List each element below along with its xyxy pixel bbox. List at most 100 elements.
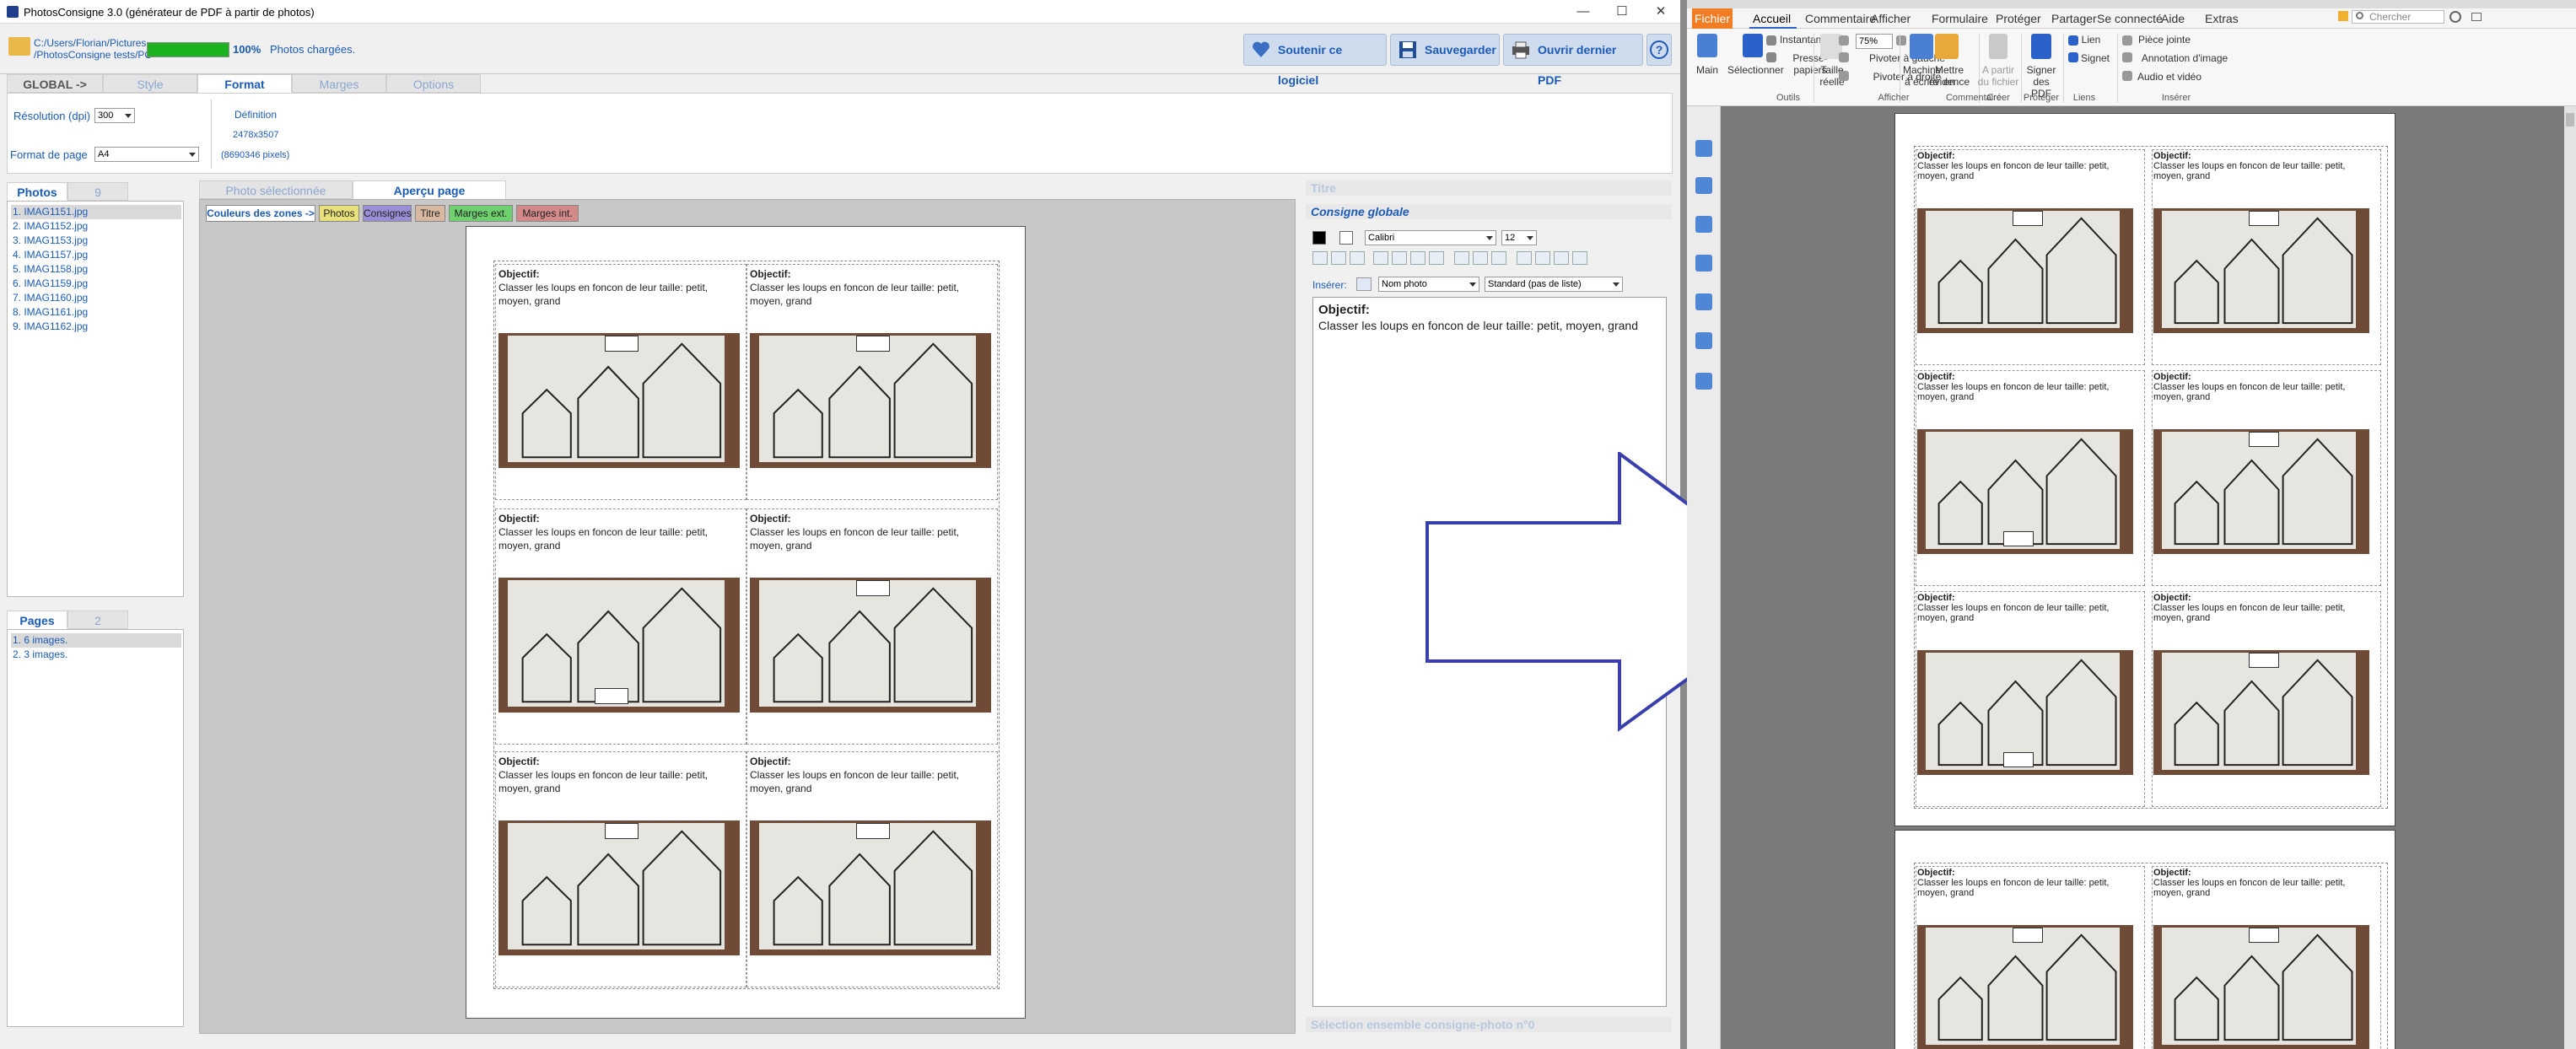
format-icon[interactable] [1373,251,1388,265]
support-button[interactable]: Soutenir ce logiciel [1243,34,1387,87]
list-item[interactable]: 1. 6 images. [11,633,181,648]
list-item[interactable]: 7. IMAG1160.jpg [11,291,181,305]
save-button[interactable]: Sauvegarder [1390,34,1500,66]
list-item[interactable]: 5. IMAG1158.jpg [11,262,181,277]
format-icon[interactable] [1554,251,1569,265]
folder-path[interactable]: C:/Users/Florian/Pictures /PhotosConsign… [34,37,152,61]
format-icon[interactable] [1517,251,1532,265]
maximize-button[interactable]: ☐ [1603,0,1641,24]
tab-page-preview[interactable]: Aperçu page [353,180,506,199]
format-icon[interactable] [1572,251,1587,265]
from-file-label-1[interactable]: A partir [1977,64,2019,76]
format-icon[interactable] [1350,251,1365,265]
signet-button[interactable]: Signet [2077,52,2114,64]
chat-icon[interactable] [2338,11,2348,21]
selection-header[interactable]: Sélection ensemble consigne-photo n°0 [1306,1017,1672,1032]
tab-pages-count[interactable]: 2 [67,611,128,629]
zoom-in-icon[interactable] [1896,35,1906,46]
lock-icon[interactable] [1695,332,1712,349]
list-item[interactable]: 1. IMAG1151.jpg [11,205,181,219]
main-button-label[interactable]: Main [1690,64,1724,76]
pages-icon[interactable] [1695,177,1712,194]
link-button[interactable]: Lien [2077,34,2105,46]
from-file-icon[interactable] [1989,34,2007,59]
tab-format[interactable]: Format [197,74,292,93]
insert-image-icon[interactable] [1356,277,1372,291]
layers-icon[interactable] [1695,216,1712,233]
format-icon[interactable] [1312,251,1328,265]
search-input[interactable]: Chercher [2352,10,2444,24]
font-size-select[interactable]: 12 [1501,230,1537,245]
tab-photos-count[interactable]: 9 [67,182,128,201]
minimize-button[interactable]: — [1564,0,1603,24]
background-color-swatch[interactable] [1339,231,1353,245]
format-icon[interactable] [1429,251,1444,265]
rotate-right-icon[interactable] [1839,71,1849,81]
format-icon[interactable] [1535,251,1550,265]
menu-item[interactable]: Formulaire [1932,12,1988,25]
typewriter-icon[interactable] [1910,34,1933,59]
image-annotation-button[interactable]: Annotation d'image [2134,52,2235,64]
signature-icon[interactable] [1695,373,1712,390]
zone-button[interactable]: Photos [319,205,359,222]
insert-select[interactable]: Nom photo [1378,277,1479,292]
title-header[interactable]: Titre [1306,180,1672,196]
menu-item[interactable]: Extras [2205,12,2239,25]
zoom-out-icon[interactable] [1839,35,1849,46]
select-cursor-icon[interactable] [1743,34,1763,57]
help-button[interactable]: ? [1646,34,1672,66]
zone-button[interactable]: Marges ext. [449,205,513,222]
font-select[interactable]: Calibri [1365,230,1496,245]
image-annotation-icon[interactable] [2122,52,2132,62]
sign-pen-icon[interactable] [2031,34,2051,59]
comments-icon[interactable] [1695,255,1712,272]
consigne-header[interactable]: Consigne globale [1306,204,1672,219]
list-item[interactable]: 2. 3 images. [11,648,181,662]
menu-item[interactable]: Protéger [1996,12,2041,25]
audio-video-button[interactable]: Audio et vidéo [2131,71,2208,83]
tab-global[interactable]: GLOBAL -> [7,74,103,93]
highlight-icon[interactable] [1935,34,1959,59]
menu-item[interactable]: Afficher [1871,12,1910,25]
menu-fichier[interactable]: Fichier [1692,8,1733,29]
menu-item[interactable]: Commentaire [1805,12,1876,25]
list-item[interactable]: 2. IMAG1152.jpg [11,219,181,234]
zone-button[interactable]: Marges int. [516,205,579,222]
format-icon[interactable] [1331,251,1346,265]
camera-icon[interactable] [1766,35,1776,46]
settings-icon[interactable] [2449,11,2461,23]
expand-icon[interactable] [1695,115,1712,132]
tab-options[interactable]: Options [386,74,481,93]
rotate-left-icon[interactable] [1839,52,1849,62]
tab-selected-photo[interactable]: Photo sélectionnée [199,180,353,199]
menu-item[interactable]: Partager [2051,12,2097,25]
from-file-label-2[interactable]: du fichier [1977,76,2019,88]
tab-marges[interactable]: Marges [292,74,386,93]
menu-item[interactable]: Accueil [1753,12,1791,25]
hand-icon[interactable] [1697,34,1717,57]
list-item[interactable]: 8. IMAG1161.jpg [11,305,181,320]
tab-photos[interactable]: Photos [7,182,67,201]
attachment-icon[interactable] [1695,293,1712,310]
list-item[interactable]: 3. IMAG1153.jpg [11,234,181,248]
zone-button[interactable]: Couleurs des zones -> [206,205,315,222]
sign-label-1[interactable]: Signer [2023,64,2060,76]
page-format-select[interactable]: A4 [94,147,199,162]
vertical-scrollbar[interactable] [2564,106,2576,1049]
close-button[interactable]: ✕ [1641,0,1680,24]
scroll-thumb[interactable] [2566,113,2574,126]
format-icon[interactable] [1473,251,1488,265]
clipboard-icon[interactable] [1766,52,1776,62]
zone-button[interactable]: Consignes [363,205,412,222]
format-icon[interactable] [1392,251,1407,265]
menu-item[interactable]: Se connecté [2097,12,2163,25]
zoom-select[interactable]: 75% [1856,34,1893,49]
list-item[interactable]: 6. IMAG1159.jpg [11,277,181,291]
list-style-select[interactable]: Standard (pas de liste) [1485,277,1623,292]
highlight-label-2[interactable]: évidence [1928,76,1970,88]
list-item[interactable]: 9. IMAG1162.jpg [11,320,181,334]
resolution-select[interactable]: 300 [94,108,135,123]
open-last-pdf-button[interactable]: Ouvrir dernier PDF [1503,34,1643,87]
list-item[interactable]: 4. IMAG1157.jpg [11,248,181,262]
format-icon[interactable] [1410,251,1425,265]
